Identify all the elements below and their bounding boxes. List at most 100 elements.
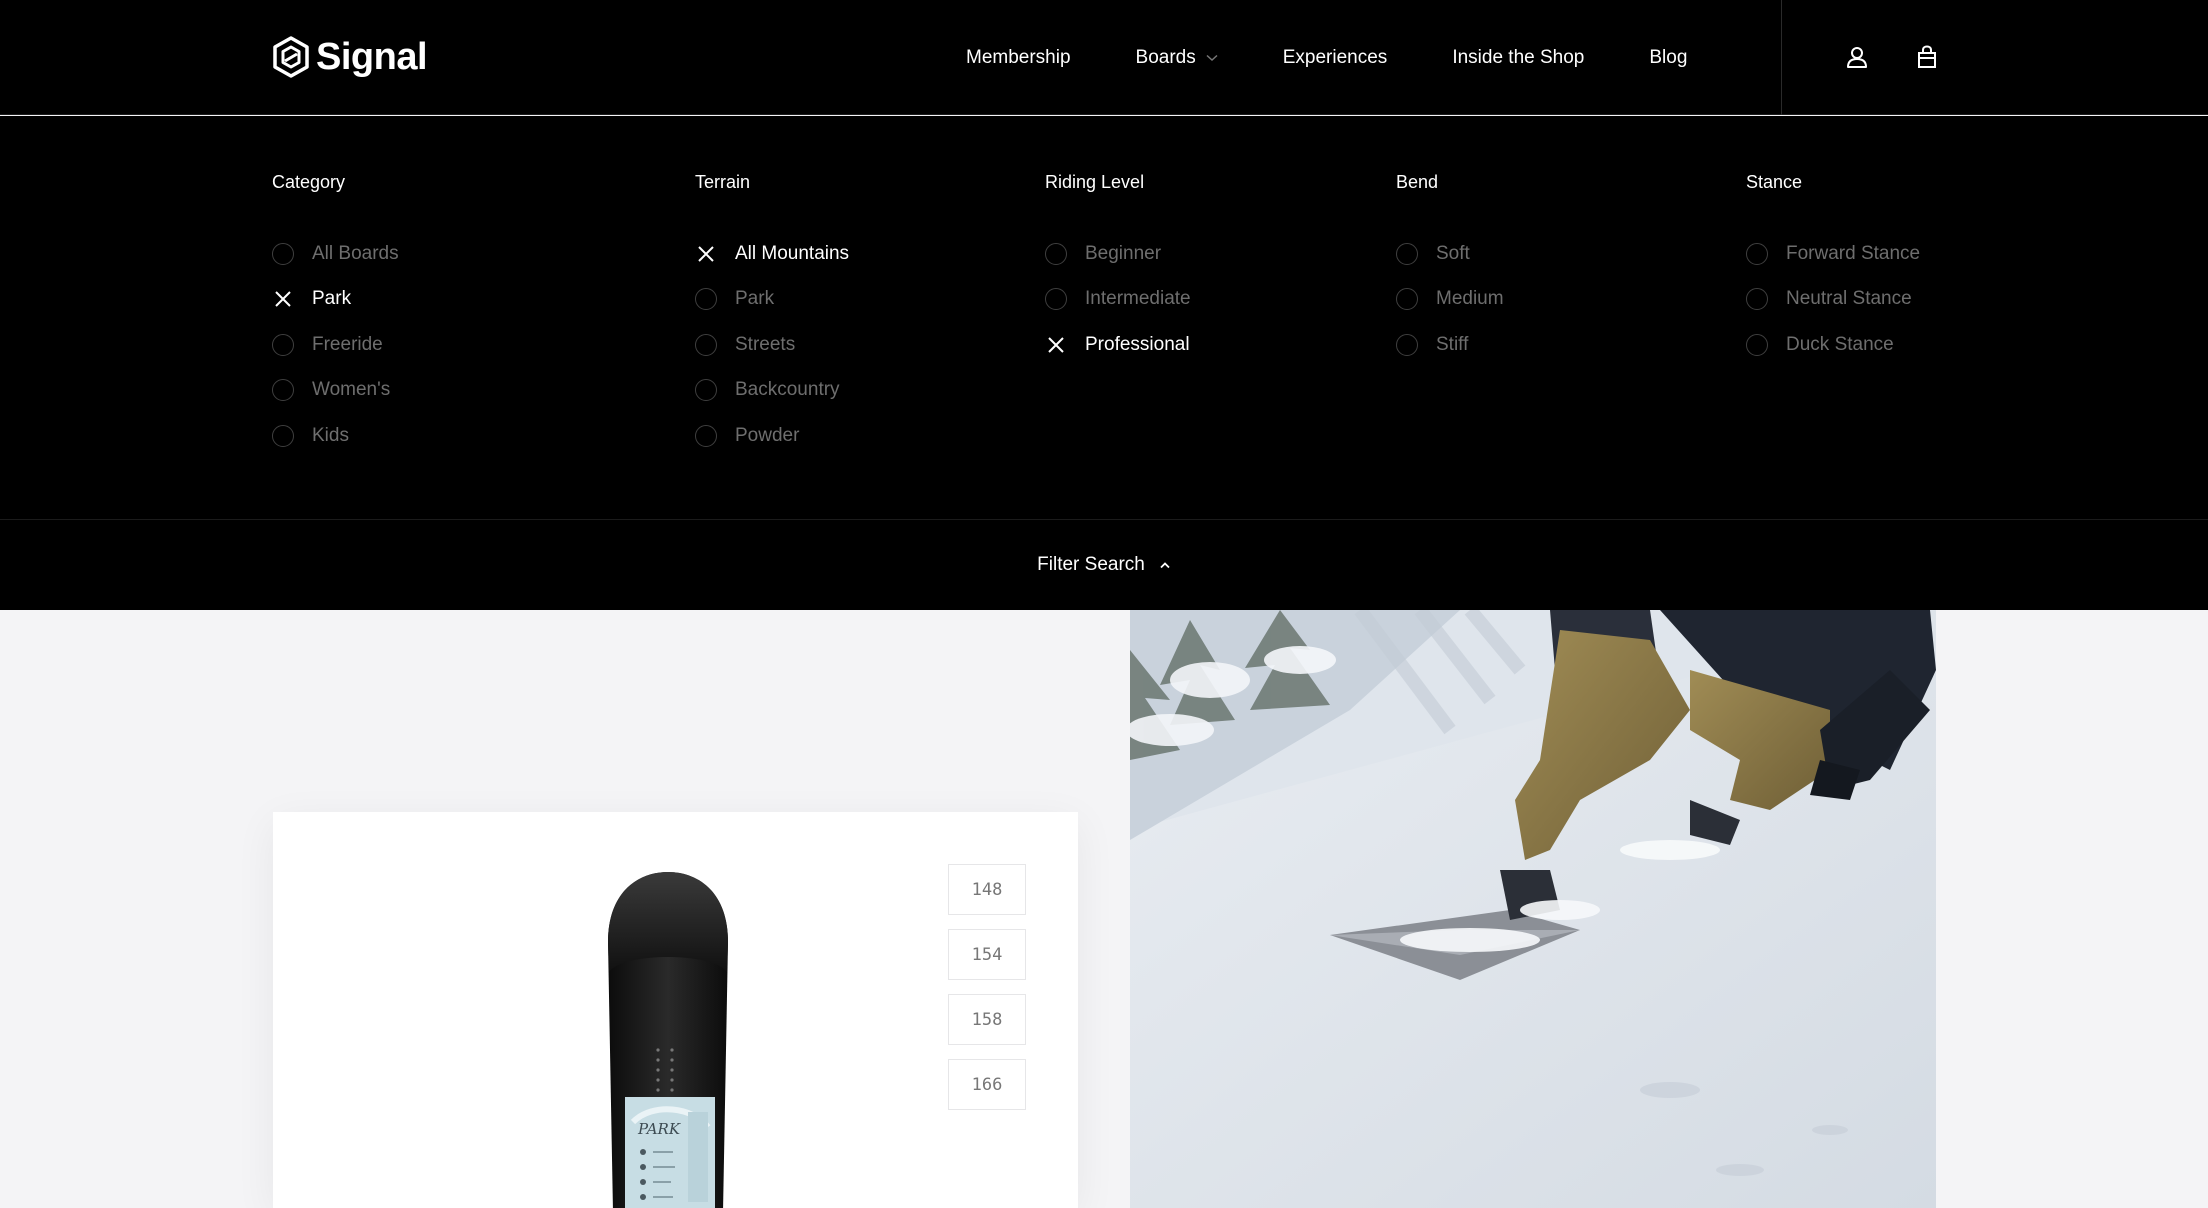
shopping-bag-icon[interactable] [1914,44,1940,70]
radio-unchecked-icon [1746,288,1768,311]
filter-option-label: Park [312,288,352,310]
product-card[interactable]: PARK 148 154 158 166 [273,812,1078,1208]
filter-option-label: Duck Stance [1786,333,1894,355]
filter-option-label: Intermediate [1085,288,1191,310]
filter-option-label: Soft [1436,242,1470,264]
filter-column-riding-level: Riding Level Beginner Intermediate Profe… [1045,172,1191,368]
brand-logo[interactable]: Signal [272,36,428,78]
radio-unchecked-icon [1396,288,1418,311]
nav-blog-label: Blog [1649,46,1688,68]
nav-membership[interactable]: Membership [966,47,1071,69]
signal-logo-icon [273,36,309,78]
filter-option[interactable]: All Boards [272,231,399,277]
filter-option-label: Freeride [312,333,383,355]
filter-option[interactable]: Neutral Stance [1746,277,1920,323]
filter-search-label: Filter Search [1037,554,1145,575]
radio-unchecked-icon [695,288,717,311]
filter-option[interactable]: Professional [1045,322,1191,368]
chevron-down-icon [1206,54,1218,61]
filter-option[interactable]: Forward Stance [1746,231,1920,277]
filter-option-label: All Boards [312,242,399,264]
filter-column-title: Terrain [695,172,751,192]
filter-option[interactable]: Women's [272,368,399,414]
nav-divider [1781,0,1782,115]
radio-unchecked-icon [1746,333,1768,356]
radio-unchecked-icon [272,242,294,265]
filter-option-label: Streets [735,333,796,355]
main-nav: Membership Boards Experiences Inside the… [966,0,1687,115]
size-selector: 148 154 158 166 [948,864,1026,1110]
radio-unchecked-icon [272,333,294,356]
filter-option[interactable]: All Mountains [695,231,849,277]
filter-search-toggle[interactable]: Filter Search [1037,554,1171,576]
brand-name: Signal [316,36,428,78]
filter-option[interactable]: Backcountry [695,368,849,414]
filter-option-label: Women's [312,379,391,401]
nav-inside-the-shop[interactable]: Inside the Shop [1452,47,1584,69]
nav-boards[interactable]: Boards [1136,47,1218,69]
filter-column-title: Stance [1746,172,1803,192]
filter-option-label: Professional [1085,333,1190,355]
filter-option-label: Powder [735,424,800,446]
filter-option-label: Park [735,288,775,310]
filter-option[interactable]: Freeride [272,322,399,368]
top-navigation-bar: Signal Membership Boards Experiences Ins… [0,0,2208,115]
filter-column-category: Category All Boards Park Freeride Women'… [272,172,399,459]
filter-option-label: Medium [1436,288,1504,310]
radio-unchecked-icon [695,424,717,447]
nav-experiences-label: Experiences [1282,46,1388,68]
filter-option[interactable]: Park [695,277,849,323]
filter-column-stance: Stance Forward Stance Neutral Stance Duc… [1746,172,1920,368]
snowboard-image: PARK [608,872,728,1208]
close-x-icon [698,246,714,262]
radio-unchecked-icon [272,379,294,402]
filter-option[interactable]: Stiff [1396,322,1504,368]
filter-panel: Category All Boards Park Freeride Women'… [0,116,2208,519]
close-x-icon [275,291,291,307]
radio-unchecked-icon [1396,333,1418,356]
nav-boards-label: Boards [1135,46,1196,68]
size-option[interactable]: 166 [948,1059,1026,1110]
radio-unchecked-icon [1045,242,1067,265]
radio-unchecked-icon [695,379,717,402]
nav-experiences[interactable]: Experiences [1283,47,1388,69]
filter-option-label: Kids [312,424,349,446]
board-graphic-text: PARK [637,1120,681,1138]
filter-option-label: All Mountains [735,242,850,264]
filter-option-label: Stiff [1436,333,1469,355]
radio-unchecked-icon [1396,242,1418,265]
filter-option[interactable]: Powder [695,413,849,459]
filter-column-bend: Bend Soft Medium Stiff [1396,172,1504,368]
filter-option[interactable]: Park [272,277,399,323]
size-option[interactable]: 148 [948,864,1026,915]
radio-unchecked-icon [1045,288,1067,311]
filter-option[interactable]: Duck Stance [1746,322,1920,368]
page: Signal Membership Boards Experiences Ins… [0,0,2208,1208]
filter-option[interactable]: Medium [1396,277,1504,323]
filter-option[interactable]: Intermediate [1045,277,1191,323]
size-option[interactable]: 154 [948,929,1026,980]
filter-column-terrain: Terrain All Mountains Park Streets Backc… [695,172,849,459]
filter-option-label: Neutral Stance [1786,288,1912,310]
radio-unchecked-icon [272,424,294,447]
close-x-icon [1048,337,1064,353]
size-option[interactable]: 158 [948,994,1026,1045]
chevron-up-icon [1160,562,1170,569]
radio-unchecked-icon [695,333,717,356]
filter-option[interactable]: Kids [272,413,399,459]
account-icon[interactable] [1844,44,1870,70]
filter-column-title: Category [272,172,346,192]
filter-option[interactable]: Soft [1396,231,1504,277]
filter-column-title: Riding Level [1045,172,1145,192]
filter-search-bar: Filter Search [0,519,2208,610]
filter-option[interactable]: Beginner [1045,231,1191,277]
filter-option-label: Forward Stance [1786,242,1921,264]
snowboarder-action-photo [1130,610,1936,1208]
snowboarder-photo-image [1130,610,1936,1208]
radio-unchecked-icon [1746,242,1768,265]
nav-blog[interactable]: Blog [1649,47,1687,69]
filter-column-title: Bend [1396,172,1439,192]
filter-option-label: Beginner [1085,242,1162,264]
filter-option[interactable]: Streets [695,322,849,368]
nav-inside-the-shop-label: Inside the Shop [1452,46,1585,68]
